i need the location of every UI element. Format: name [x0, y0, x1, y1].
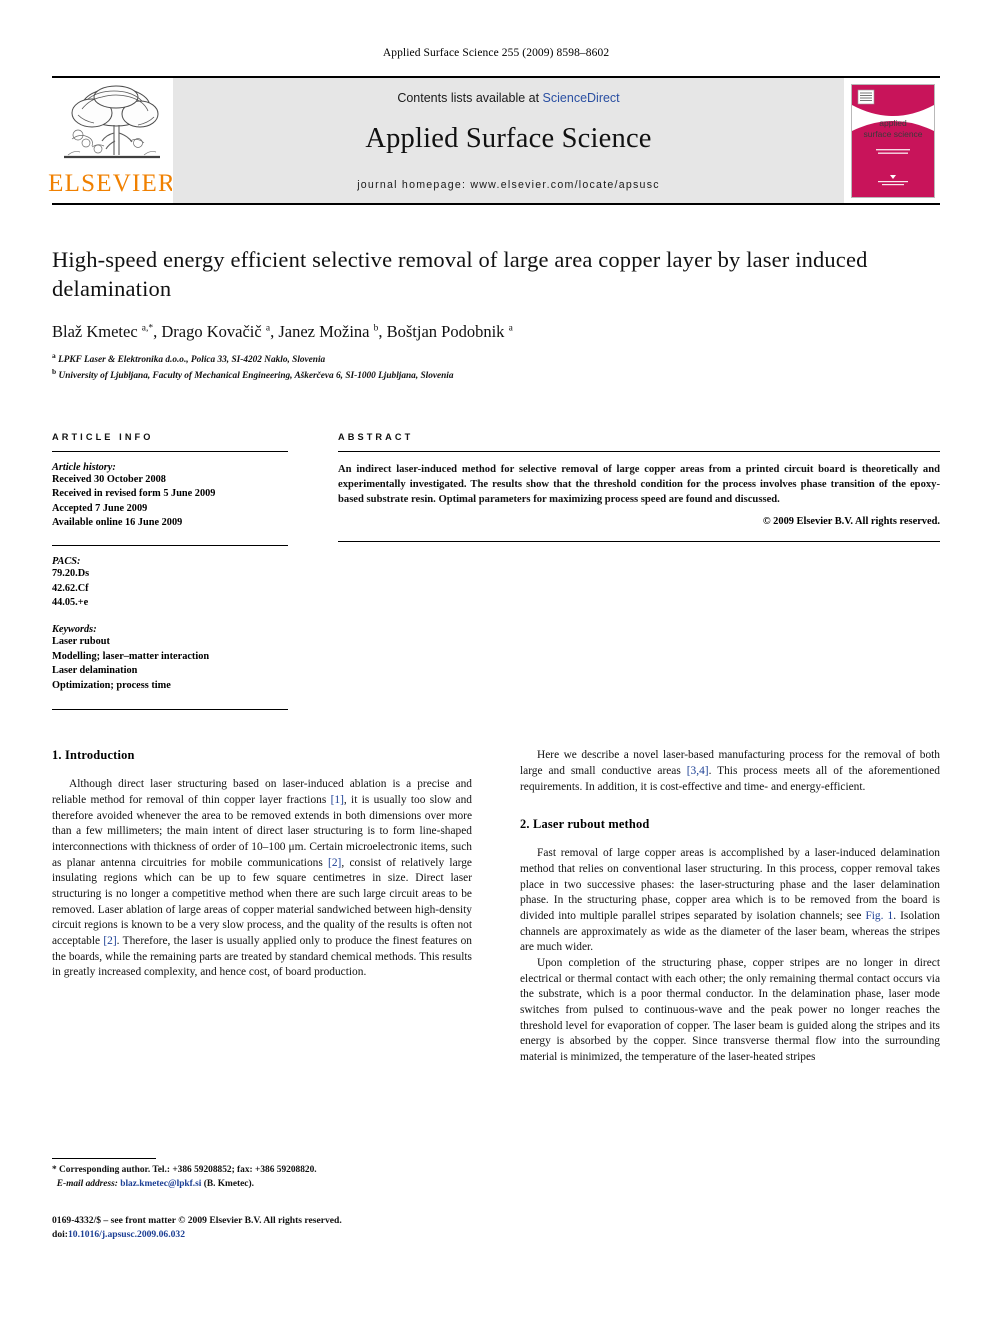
article-info-bottom-rule	[52, 709, 288, 711]
article-info-rule	[52, 450, 288, 452]
imprint-line: 0169-4332/$ – see front matter © 2009 El…	[52, 1215, 342, 1226]
citation-ref-2[interactable]: [2]	[328, 857, 341, 869]
abstract-label: ABSTRACT	[338, 431, 414, 442]
keyword-item: Optimization; process time	[52, 679, 171, 691]
doi-line: doi:10.1016/j.apsusc.2009.06.032	[52, 1228, 342, 1242]
info-abstract-row: ARTICLE INFO Article history: Received 3…	[52, 432, 940, 711]
affiliation-marker-a: a	[52, 350, 56, 360]
history-item: Accepted 7 June 2009	[52, 502, 148, 514]
imprint-block: 0169-4332/$ – see front matter © 2009 El…	[52, 1214, 342, 1243]
email-link[interactable]: blaz.kmetec@lpkf.si	[120, 1179, 201, 1189]
pacs-item: 79.20.Ds	[52, 568, 90, 580]
column-gap	[288, 432, 338, 711]
abstract-rule	[338, 450, 940, 452]
abstract-column: ABSTRACT An indirect laser-induced metho…	[338, 432, 940, 711]
keywords-block: Keywords: Laser rubout Modelling; laser–…	[52, 624, 288, 693]
pacs-item: 44.05.+e	[52, 597, 89, 609]
footnote-rule	[52, 1158, 156, 1159]
affiliation-b-text: University of Ljubljana, Faculty of Mech…	[58, 371, 454, 382]
elsevier-tree-icon	[58, 81, 166, 173]
affiliation-a: a LPKF Laser & Elektronika d.o.o., Polic…	[52, 351, 940, 368]
article-history-heading: Article history:	[52, 461, 116, 473]
figure-ref-1[interactable]: Fig. 1	[865, 910, 893, 922]
body-column-left: 1. Introduction Although direct laser st…	[52, 748, 472, 1065]
doi-label: doi:	[52, 1229, 68, 1241]
author-list: Blaž Kmetec a,*, Drago Kovačič a, Janez …	[52, 321, 513, 341]
laser-rubout-paragraph-2: Upon completion of the structuring phase…	[520, 957, 940, 1064]
journal-homepage-url[interactable]: journal homepage: www.elsevier.com/locat…	[357, 179, 660, 191]
pacs-block: PACS: 79.20.Ds 42.62.Cf 44.05.+e	[52, 556, 288, 611]
doi-value[interactable]: 10.1016/j.apsusc.2009.06.032	[68, 1229, 185, 1240]
journal-cover-cell: applied surface science	[845, 78, 940, 203]
keyword-item: Laser delamination	[52, 665, 138, 677]
history-item: Received in revised form 5 June 2009	[52, 488, 216, 500]
body-column-right: Here we describe a novel laser-based man…	[520, 748, 940, 1065]
citation-ref-1[interactable]: [1]	[331, 794, 344, 806]
corresponding-author-text: Corresponding author. Tel.: +386 5920885…	[59, 1165, 317, 1175]
body-column-gap	[472, 748, 520, 1065]
keyword-item: Modelling; laser–matter interaction	[52, 650, 210, 662]
footnote-block: * Corresponding author. Tel.: +386 59208…	[52, 1158, 472, 1191]
pacs-heading: PACS:	[52, 556, 81, 568]
elsevier-wordmark: ELSEVIER	[48, 170, 176, 197]
article-info-column: ARTICLE INFO Article history: Received 3…	[52, 432, 288, 711]
running-head: Applied Surface Science 255 (2009) 8598–…	[382, 47, 610, 59]
email-owner: (B. Kmetec).	[203, 1178, 254, 1189]
affiliation-b: b University of Ljubljana, Faculty of Me…	[52, 367, 940, 384]
affiliation-marker-b: b	[52, 367, 57, 377]
journal-article-page: Applied Surface Science 255 (2009) 8598–…	[0, 0, 992, 1323]
masthead-bottom-rule	[52, 203, 940, 205]
email-label: E-mail address:	[56, 1178, 118, 1189]
keyword-item: Laser rubout	[52, 635, 110, 647]
introduction-paragraph: Although direct laser structuring based …	[52, 777, 472, 981]
citation-ref-2b[interactable]: [2]	[103, 935, 116, 947]
pacs-item: 42.62.Cf	[52, 582, 89, 594]
body-columns: 1. Introduction Although direct laser st…	[52, 748, 940, 1065]
novel-process-paragraph: Here we describe a novel laser-based man…	[520, 748, 940, 795]
paragraph-text: , consist of relatively large insulating…	[52, 856, 472, 948]
svg-text:surface science: surface science	[863, 129, 922, 139]
corresponding-author-note: * Corresponding author. Tel.: +386 59208…	[52, 1164, 472, 1178]
journal-title: Applied Surface Science	[365, 123, 652, 154]
abstract-bottom-rule	[338, 540, 940, 542]
contents-prefix: Contents lists available at	[397, 91, 543, 105]
svg-text:applied: applied	[879, 118, 907, 128]
history-item: Available online 16 June 2009	[52, 517, 183, 529]
section-heading-introduction: 1. Introduction	[52, 748, 135, 763]
elsevier-logo: ELSEVIER	[48, 78, 175, 203]
contents-lists-line: Contents lists available at ScienceDirec…	[397, 91, 619, 105]
keywords-heading: Keywords:	[52, 623, 97, 635]
affiliation-a-text: LPKF Laser & Elektronika d.o.o., Polica …	[58, 354, 326, 365]
journal-masthead: ELSEVIER Contents lists available at Sci…	[48, 76, 940, 203]
history-item: Received 30 October 2008	[52, 473, 166, 485]
email-note: E-mail address: blaz.kmetec@lpkf.si (B. …	[52, 1178, 472, 1192]
abstract-copyright: © 2009 Elsevier B.V. All rights reserved…	[762, 515, 940, 527]
sciencedirect-link[interactable]: ScienceDirect	[543, 91, 620, 105]
article-history-block: Article history: Received 30 October 200…	[52, 462, 288, 531]
journal-cover-thumbnail: applied surface science	[850, 83, 935, 198]
article-title: High-speed energy efficient selective re…	[52, 247, 868, 302]
article-info-label: ARTICLE INFO	[52, 431, 154, 442]
laser-rubout-paragraph-1: Fast removal of large copper areas is ac…	[520, 846, 940, 956]
corresponding-marker: *	[52, 1165, 57, 1175]
abstract-text: An indirect laser-induced method for sel…	[338, 463, 940, 505]
affiliations: a LPKF Laser & Elektronika d.o.o., Polic…	[52, 351, 940, 384]
citation-ref-3-4[interactable]: [3,4]	[687, 765, 709, 777]
journal-banner: Contents lists available at ScienceDirec…	[172, 78, 845, 203]
pacs-divider-rule	[52, 545, 288, 547]
section-heading-laser-rubout-method: 2. Laser rubout method	[520, 817, 650, 832]
